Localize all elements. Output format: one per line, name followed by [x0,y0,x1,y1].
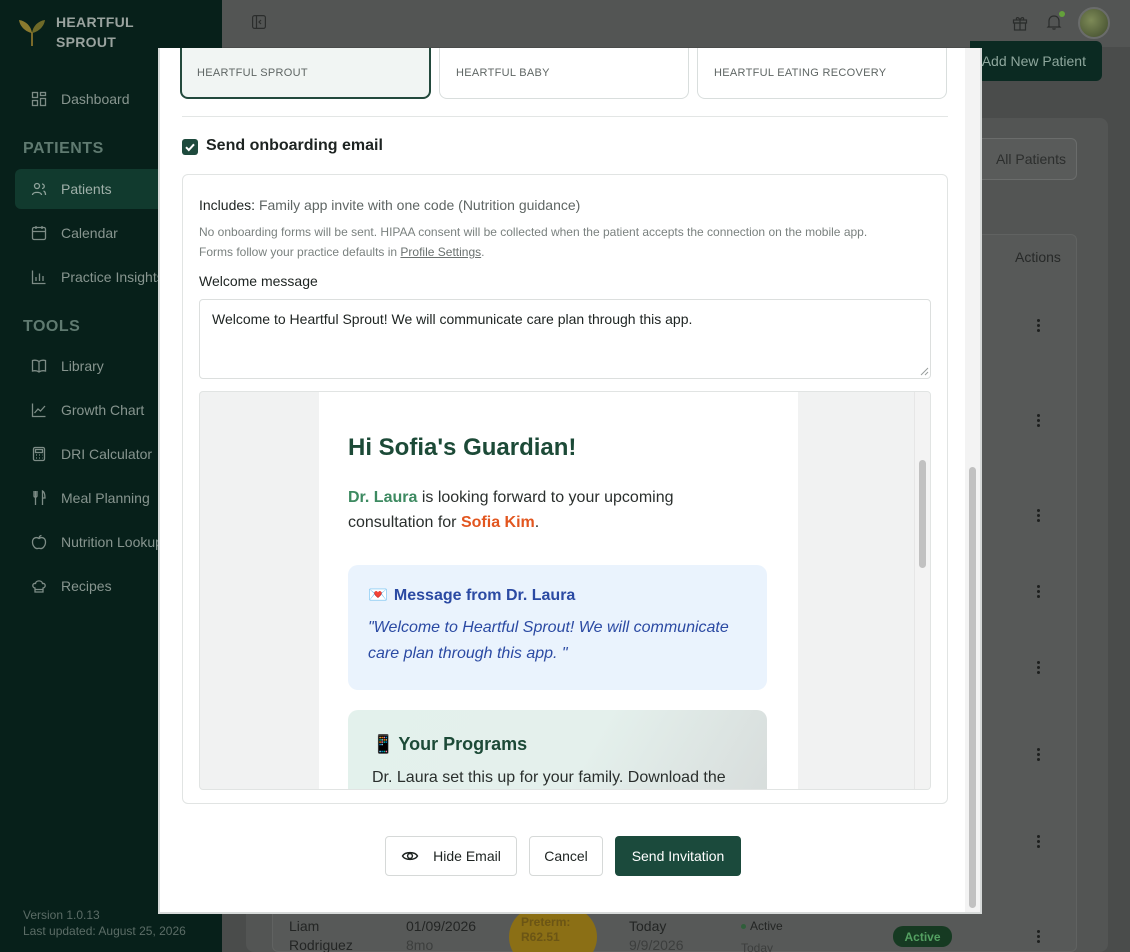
send-email-label[interactable]: Send onboarding email [206,137,383,155]
patient-dob: 01/09/2026 8mo [406,917,476,952]
chef-hat-icon [32,580,46,593]
forms-defaults-note: Forms follow your practice defaults in P… [199,245,484,259]
sidebar-item-label: Meal Planning [61,490,150,506]
actions-column-header: Actions [1015,249,1061,265]
status-cell: Active Today [741,918,783,952]
sidebar-item-label: Growth Chart [61,402,145,418]
section-label-tools: TOOLS [23,318,81,335]
resize-handle-icon[interactable] [919,366,929,376]
appointment-cell: Today 9/9/2026 [629,917,684,952]
sprout-logo-icon [19,20,45,46]
programs-body: Dr. Laura set this up for your family. D… [372,769,726,786]
row-actions-menu-icon[interactable] [1034,929,1042,945]
message-body: "Welcome to Heartful Sprout! We will com… [368,619,729,662]
includes-line: Includes: Family app invite with one cod… [199,197,580,213]
eye-icon [401,851,419,861]
love-letter-icon: 💌 [368,587,388,604]
divider [182,116,948,117]
sidebar-item-label: Recipes [61,578,112,594]
row-actions-menu-icon[interactable] [1034,834,1042,850]
row-actions-menu-icon[interactable] [1034,413,1042,429]
email-settings-panel: Includes: Family app invite with one cod… [182,174,948,804]
sidebar-item-label: Dashboard [61,91,130,107]
note-prefix: Forms follow your practice defaults in [199,245,398,259]
book-icon [31,359,47,373]
notification-dot [1059,11,1065,17]
message-title-text: Message from Dr. Laura [393,587,576,604]
utensils-icon [33,490,46,505]
sidebar-toggle-icon[interactable] [252,15,266,29]
status-dot [741,924,746,930]
includes-label: Includes: [199,197,256,213]
send-email-checkbox[interactable] [182,139,198,155]
row-actions-menu-icon[interactable] [1034,747,1042,763]
includes-value: Family app invite with one code (Nutriti… [258,197,581,213]
apple-icon [31,534,47,550]
email-intro: Dr. Laura is looking forward to your upc… [348,485,738,535]
line-chart-icon [31,403,46,418]
users-icon [31,182,47,196]
forms-note: No onboarding forms will be sent. HIPAA … [199,225,868,239]
doctor-message-box: 💌 Message from Dr. Laura "Welcome to Hear… [348,565,767,690]
row-actions-menu-icon[interactable] [1034,584,1042,600]
calendar-icon [31,226,47,241]
preview-scrollbar-thumb[interactable] [919,460,926,568]
sidebar-item-label: Nutrition Lookup [61,534,163,550]
program-option-heartful-eating-recovery[interactable]: HEARTFUL EATING RECOVERY [697,48,947,99]
programs-title: 📱 Your Programs [372,734,743,755]
status-badge: Active [893,926,952,947]
patient-name[interactable]: Liam Rodriguez [289,917,369,952]
program-option-heartful-sprout[interactable]: HEARTFUL SPROUT [180,48,431,99]
preview-scrollbar[interactable] [914,392,930,789]
welcome-message-label: Welcome message [199,273,318,289]
bar-chart-icon [31,270,46,285]
intro-end: . [534,514,540,531]
appointment-day: Today [629,918,667,934]
status-sub: Today [741,941,774,952]
email-preview: Hi Sofia's Guardian! Dr. Laura is lookin… [199,391,931,790]
brand-name: HEARTFUL SPROUT [56,14,134,50]
patient-name-highlight: Sofia Kim [460,514,535,531]
program-option-heartful-baby[interactable]: HEARTFUL BABY [439,48,689,99]
row-actions-menu-icon[interactable] [1034,318,1042,334]
gift-icon[interactable] [1012,15,1028,31]
phone-icon: 📱 [372,734,395,754]
last-updated-text: Last updated: August 25, 2026 [23,924,186,938]
section-label-patients: PATIENTS [23,140,104,157]
welcome-message-input[interactable]: Welcome to Heartful Sprout! We will comm… [199,299,931,379]
programs-box: 📱 Your Programs Dr. Laura set this up for… [348,710,767,789]
dob-value: 01/09/2026 [406,918,477,934]
dashboard-icon [31,91,47,107]
row-actions-menu-icon[interactable] [1034,660,1042,676]
invite-patient-modal: HEARTFUL SPROUT HEARTFUL BABY HEARTFUL E… [158,48,982,914]
note-suffix: . [481,245,485,259]
sidebar-item-label: Practice Insights [61,269,164,285]
modal-scrollbar-thumb[interactable] [969,467,976,908]
hide-email-label: Hide Email [433,848,501,864]
status-text: Active [750,919,783,933]
checkmark-icon [185,143,195,152]
hide-email-button[interactable]: Hide Email [385,836,517,876]
message-title: 💌 Message from Dr. Laura [368,585,747,605]
email-preview-card: Hi Sofia's Guardian! Dr. Laura is lookin… [319,392,798,789]
brand[interactable]: HEARTFUL SPROUT [16,12,146,52]
sidebar-item-label: Patients [61,181,112,197]
add-new-patient-button[interactable]: Add New Patient [970,41,1102,81]
avatar[interactable] [1078,7,1110,39]
sidebar-item-label: DRI Calculator [61,446,153,462]
age-value: 8mo [406,937,434,952]
send-invitation-button[interactable]: Send Invitation [615,836,741,876]
doctor-name: Dr. Laura [348,489,418,506]
sidebar-item-label: Calendar [61,225,118,241]
sidebar-item-label: Library [61,358,104,374]
all-patients-filter[interactable]: All Patients [978,138,1077,180]
email-greeting: Hi Sofia's Guardian! [348,434,577,461]
calculator-icon [32,446,46,462]
cancel-button[interactable]: Cancel [529,836,603,876]
appointment-date: 9/9/2026 [629,937,684,952]
programs-title-text: Your Programs [398,734,528,754]
profile-settings-link[interactable]: Profile Settings [400,245,481,259]
row-actions-menu-icon[interactable] [1034,508,1042,524]
